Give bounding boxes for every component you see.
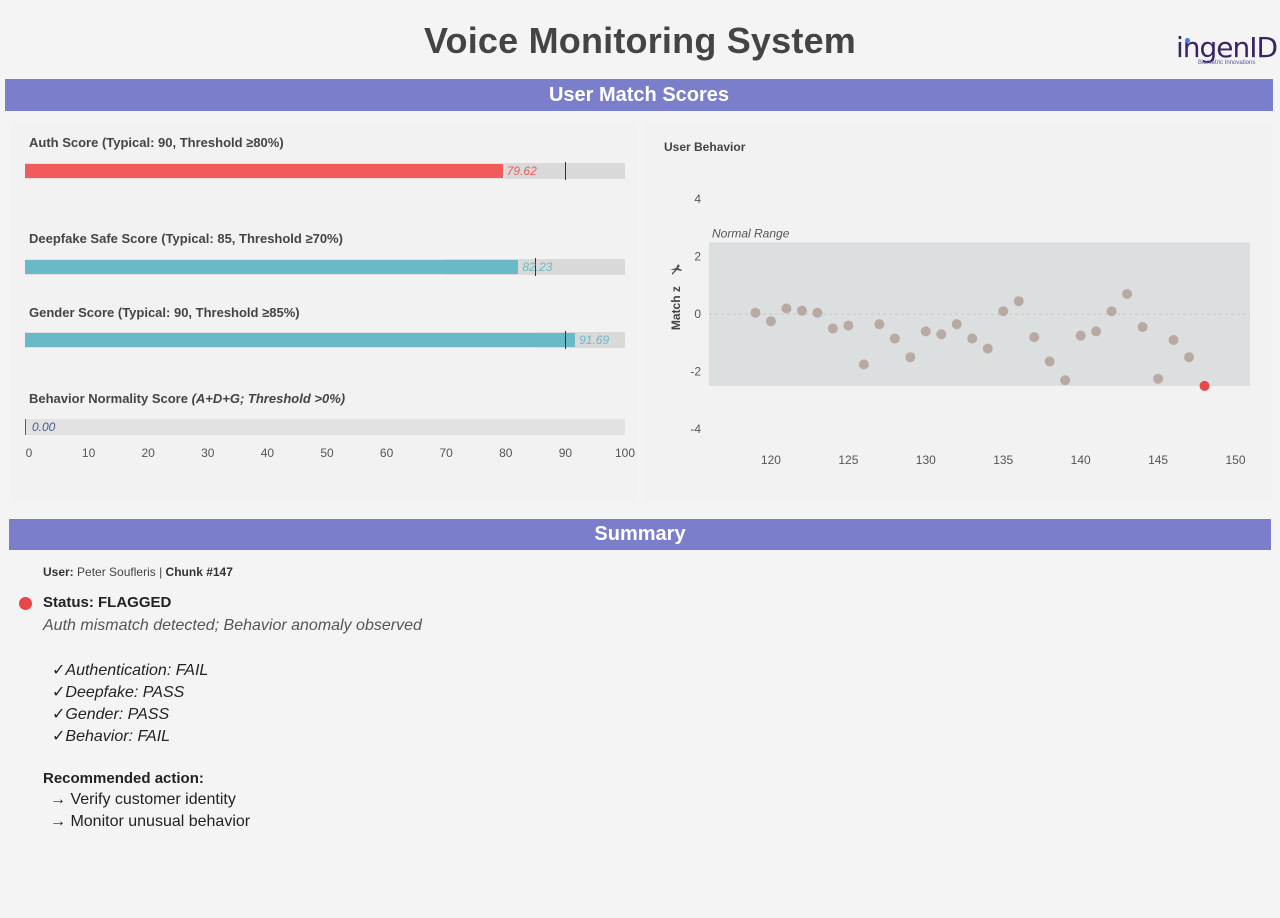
y-axis-label: Match z — [669, 286, 683, 330]
scatter-point — [843, 321, 853, 331]
scatter-point — [936, 329, 946, 339]
check-authentication: ✓Authentication: FAIL — [52, 660, 208, 680]
page-title: Voice Monitoring System — [0, 20, 1280, 62]
user-label: User: — [43, 565, 74, 579]
scatter-point — [1169, 335, 1179, 345]
scatter-point — [905, 352, 915, 362]
auth-typical-marker — [565, 162, 566, 180]
summary-user-line: User: Peter Soufleris | Chunk #147 — [43, 565, 233, 579]
scatter-point — [1153, 374, 1163, 384]
scatter-point — [750, 308, 760, 318]
x-axis-tick: 125 — [838, 453, 858, 467]
recommended-action-title: Recommended action: — [43, 770, 204, 787]
score-axis-tick: 90 — [559, 446, 572, 460]
score-axis-tick: 0 — [26, 446, 33, 460]
check-behavior: ✓Behavior: FAIL — [52, 726, 170, 746]
score-axis-tick: 60 — [380, 446, 393, 460]
user-name: Peter Soufleris — [77, 565, 156, 579]
current-chunk-point — [1200, 381, 1210, 391]
scatter-point — [890, 334, 900, 344]
scatter-point — [797, 306, 807, 316]
behavior-scatter-chart: Normal Range 4 2 0 -2 -4 120 125 130 135 140 145 150… — [644, 122, 1271, 502]
pin-icon — [670, 264, 682, 275]
recommended-action-item: → Monitor unusual behavior — [50, 813, 250, 831]
gender-score-bar[interactable] — [25, 333, 575, 347]
check-deepfake: ✓Deepfake: PASS — [52, 682, 184, 702]
x-axis-tick: 150 — [1225, 453, 1245, 467]
x-axis-tick: 135 — [993, 453, 1013, 467]
scatter-point — [766, 316, 776, 326]
y-axis-tick: 0 — [694, 307, 701, 321]
scatter-point — [1107, 306, 1117, 316]
score-axis-tick: 80 — [499, 446, 512, 460]
scatter-point — [1138, 322, 1148, 332]
score-axis-tick: 100 — [615, 446, 635, 460]
behavior-score-label-text: Behavior Normality Score — [29, 391, 188, 406]
scatter-point — [1076, 331, 1086, 341]
ingenid-logo: ingenID Biometric Innovations — [1176, 34, 1276, 74]
scatter-point — [874, 319, 884, 329]
deepfake-score-bar[interactable] — [25, 260, 518, 274]
status-text: Status: FLAGGED — [43, 594, 171, 611]
logo-dot — [1185, 38, 1190, 43]
scatter-point — [967, 334, 977, 344]
auth-score-label: Auth Score (Typical: 90, Threshold ≥80%) — [29, 135, 284, 150]
status-indicator-dot — [19, 597, 32, 610]
x-axis-tick: 120 — [761, 453, 781, 467]
score-axis-tick: 20 — [142, 446, 155, 460]
logo-text: ingenID — [1176, 34, 1276, 62]
gender-typical-marker — [565, 331, 566, 349]
scatter-point — [983, 344, 993, 354]
scatter-point — [998, 306, 1008, 316]
gender-score-label: Gender Score (Typical: 90, Threshold ≥85… — [29, 305, 300, 320]
y-axis-tick: 2 — [694, 250, 701, 264]
behavior-score-track: 0.00 — [25, 419, 625, 435]
scatter-point — [781, 303, 791, 313]
scatter-point — [1184, 352, 1194, 362]
y-axis-tick: 4 — [694, 192, 701, 206]
behavior-score-label-note: (A+D+G; Threshold >0%) — [192, 391, 346, 406]
scatter-point — [1029, 332, 1039, 342]
separator: | — [159, 565, 162, 579]
score-axis-tick: 70 — [440, 446, 453, 460]
section-header-scores: User Match Scores — [5, 79, 1273, 111]
scatter-point — [1091, 326, 1101, 336]
check-gender: ✓Gender: PASS — [52, 704, 169, 724]
deepfake-score-label: Deepfake Safe Score (Typical: 85, Thresh… — [29, 231, 343, 246]
behavior-score-value: 0.00 — [32, 420, 55, 434]
scatter-point — [812, 308, 822, 318]
x-axis-tick: 130 — [916, 453, 936, 467]
y-axis-tick: -4 — [690, 422, 701, 436]
x-axis-tick: 145 — [1148, 453, 1168, 467]
section-header-summary: Summary — [9, 519, 1271, 550]
scatter-point — [1045, 357, 1055, 367]
deepfake-score-track: 82.23 — [25, 259, 625, 275]
y-axis-tick: -2 — [690, 365, 701, 379]
score-axis-tick: 10 — [82, 446, 95, 460]
scatter-point — [1060, 375, 1070, 385]
auth-score-bar[interactable] — [25, 164, 503, 178]
scatter-point — [952, 319, 962, 329]
chunk-label: Chunk #147 — [166, 565, 233, 579]
scatter-point — [828, 323, 838, 333]
scatter-point — [1014, 296, 1024, 306]
auth-score-track: 79.62 — [25, 163, 625, 179]
status-detail: Auth mismatch detected; Behavior anomaly… — [43, 617, 422, 635]
auth-score-value: 79.62 — [507, 164, 537, 178]
gender-score-value: 91.69 — [579, 333, 609, 347]
deepfake-score-value: 82.23 — [522, 260, 552, 274]
logo-subtitle: Biometric Innovations — [1198, 60, 1255, 66]
behavior-score-label: Behavior Normality Score (A+D+G; Thresho… — [29, 391, 345, 406]
gender-score-track: 91.69 — [25, 332, 625, 348]
scatter-point — [859, 359, 869, 369]
band-label: Normal Range — [712, 226, 790, 240]
scatter-point — [1122, 289, 1132, 299]
behavior-score-bar[interactable] — [25, 419, 26, 435]
recommended-action-item: → Verify customer identity — [50, 791, 236, 809]
score-axis-tick: 50 — [320, 446, 333, 460]
score-axis-tick: 40 — [261, 446, 274, 460]
x-axis-tick: 140 — [1071, 453, 1091, 467]
score-axis-tick: 30 — [201, 446, 214, 460]
scatter-point — [921, 326, 931, 336]
